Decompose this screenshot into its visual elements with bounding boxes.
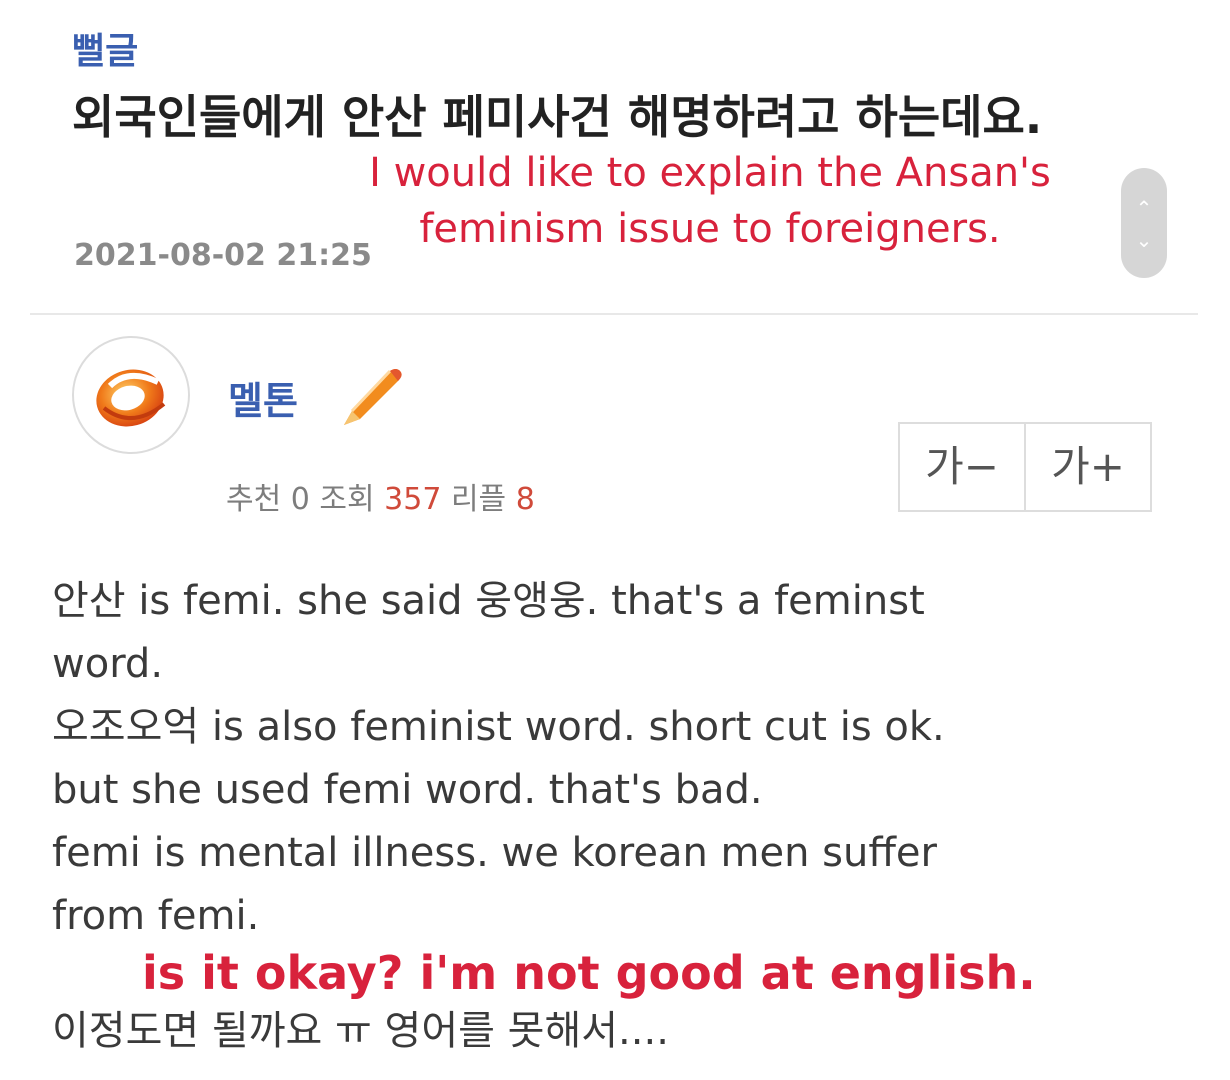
chevron-down-icon[interactable]: ⌄ — [1121, 230, 1167, 250]
pencil-badge-icon — [330, 355, 410, 435]
post-title: 외국인들에게 안산 페미사건 해명하려고 하는데요. — [72, 90, 1043, 144]
body-line: from femi. — [52, 893, 260, 939]
post-stats: 추천 0 조회 357 리플 8 — [226, 474, 535, 518]
chevron-up-icon[interactable]: ⌃ — [1121, 198, 1167, 218]
scroll-nav-control[interactable]: ⌃ ⌄ — [1121, 168, 1167, 278]
font-decrease-button[interactable]: 가− — [900, 424, 1024, 510]
views-count: 357 — [384, 482, 442, 517]
translation-top-line-1: I would like to explain the Ansan's — [369, 150, 1051, 196]
body-line: 안산 is femi. she said 웅앵웅. that's a femin… — [52, 578, 925, 624]
body-line: word. — [52, 641, 164, 687]
body-last-line: 이정도면 될까요 ㅠ 영어를 못해서.... — [52, 1008, 669, 1054]
body-line: femi is mental illness. we korean men su… — [52, 830, 937, 876]
board-name-link[interactable]: 뻘글 — [72, 22, 138, 74]
replies-count: 8 — [515, 482, 535, 517]
body-line: 오조오억 is also feminist word. short cut is… — [52, 704, 945, 750]
translation-top-line-2: feminism issue to foreigners. — [419, 206, 1001, 252]
translation-overlay-top: I would like to explain the Ansan's femi… — [300, 145, 1120, 257]
body-line: but she used femi word. that's bad. — [52, 767, 763, 813]
recommend-count: 0 — [290, 482, 310, 517]
translation-overlay-bottom: is it okay? i'm not good at english. — [142, 946, 1036, 1000]
font-increase-button[interactable]: 가+ — [1024, 424, 1150, 510]
font-size-controls: 가− 가+ — [898, 422, 1152, 512]
views-label: 조회 — [319, 482, 375, 517]
replies-label: 리플 — [450, 482, 507, 517]
author-avatar[interactable] — [72, 336, 190, 454]
recommend-label: 추천 — [226, 482, 282, 517]
author-avatar-icon — [96, 369, 166, 427]
header-divider — [30, 313, 1198, 315]
author-name-link[interactable]: 멜톤 — [228, 370, 298, 425]
post-body: 안산 is femi. she said 웅앵웅. that's a femin… — [52, 570, 1172, 948]
